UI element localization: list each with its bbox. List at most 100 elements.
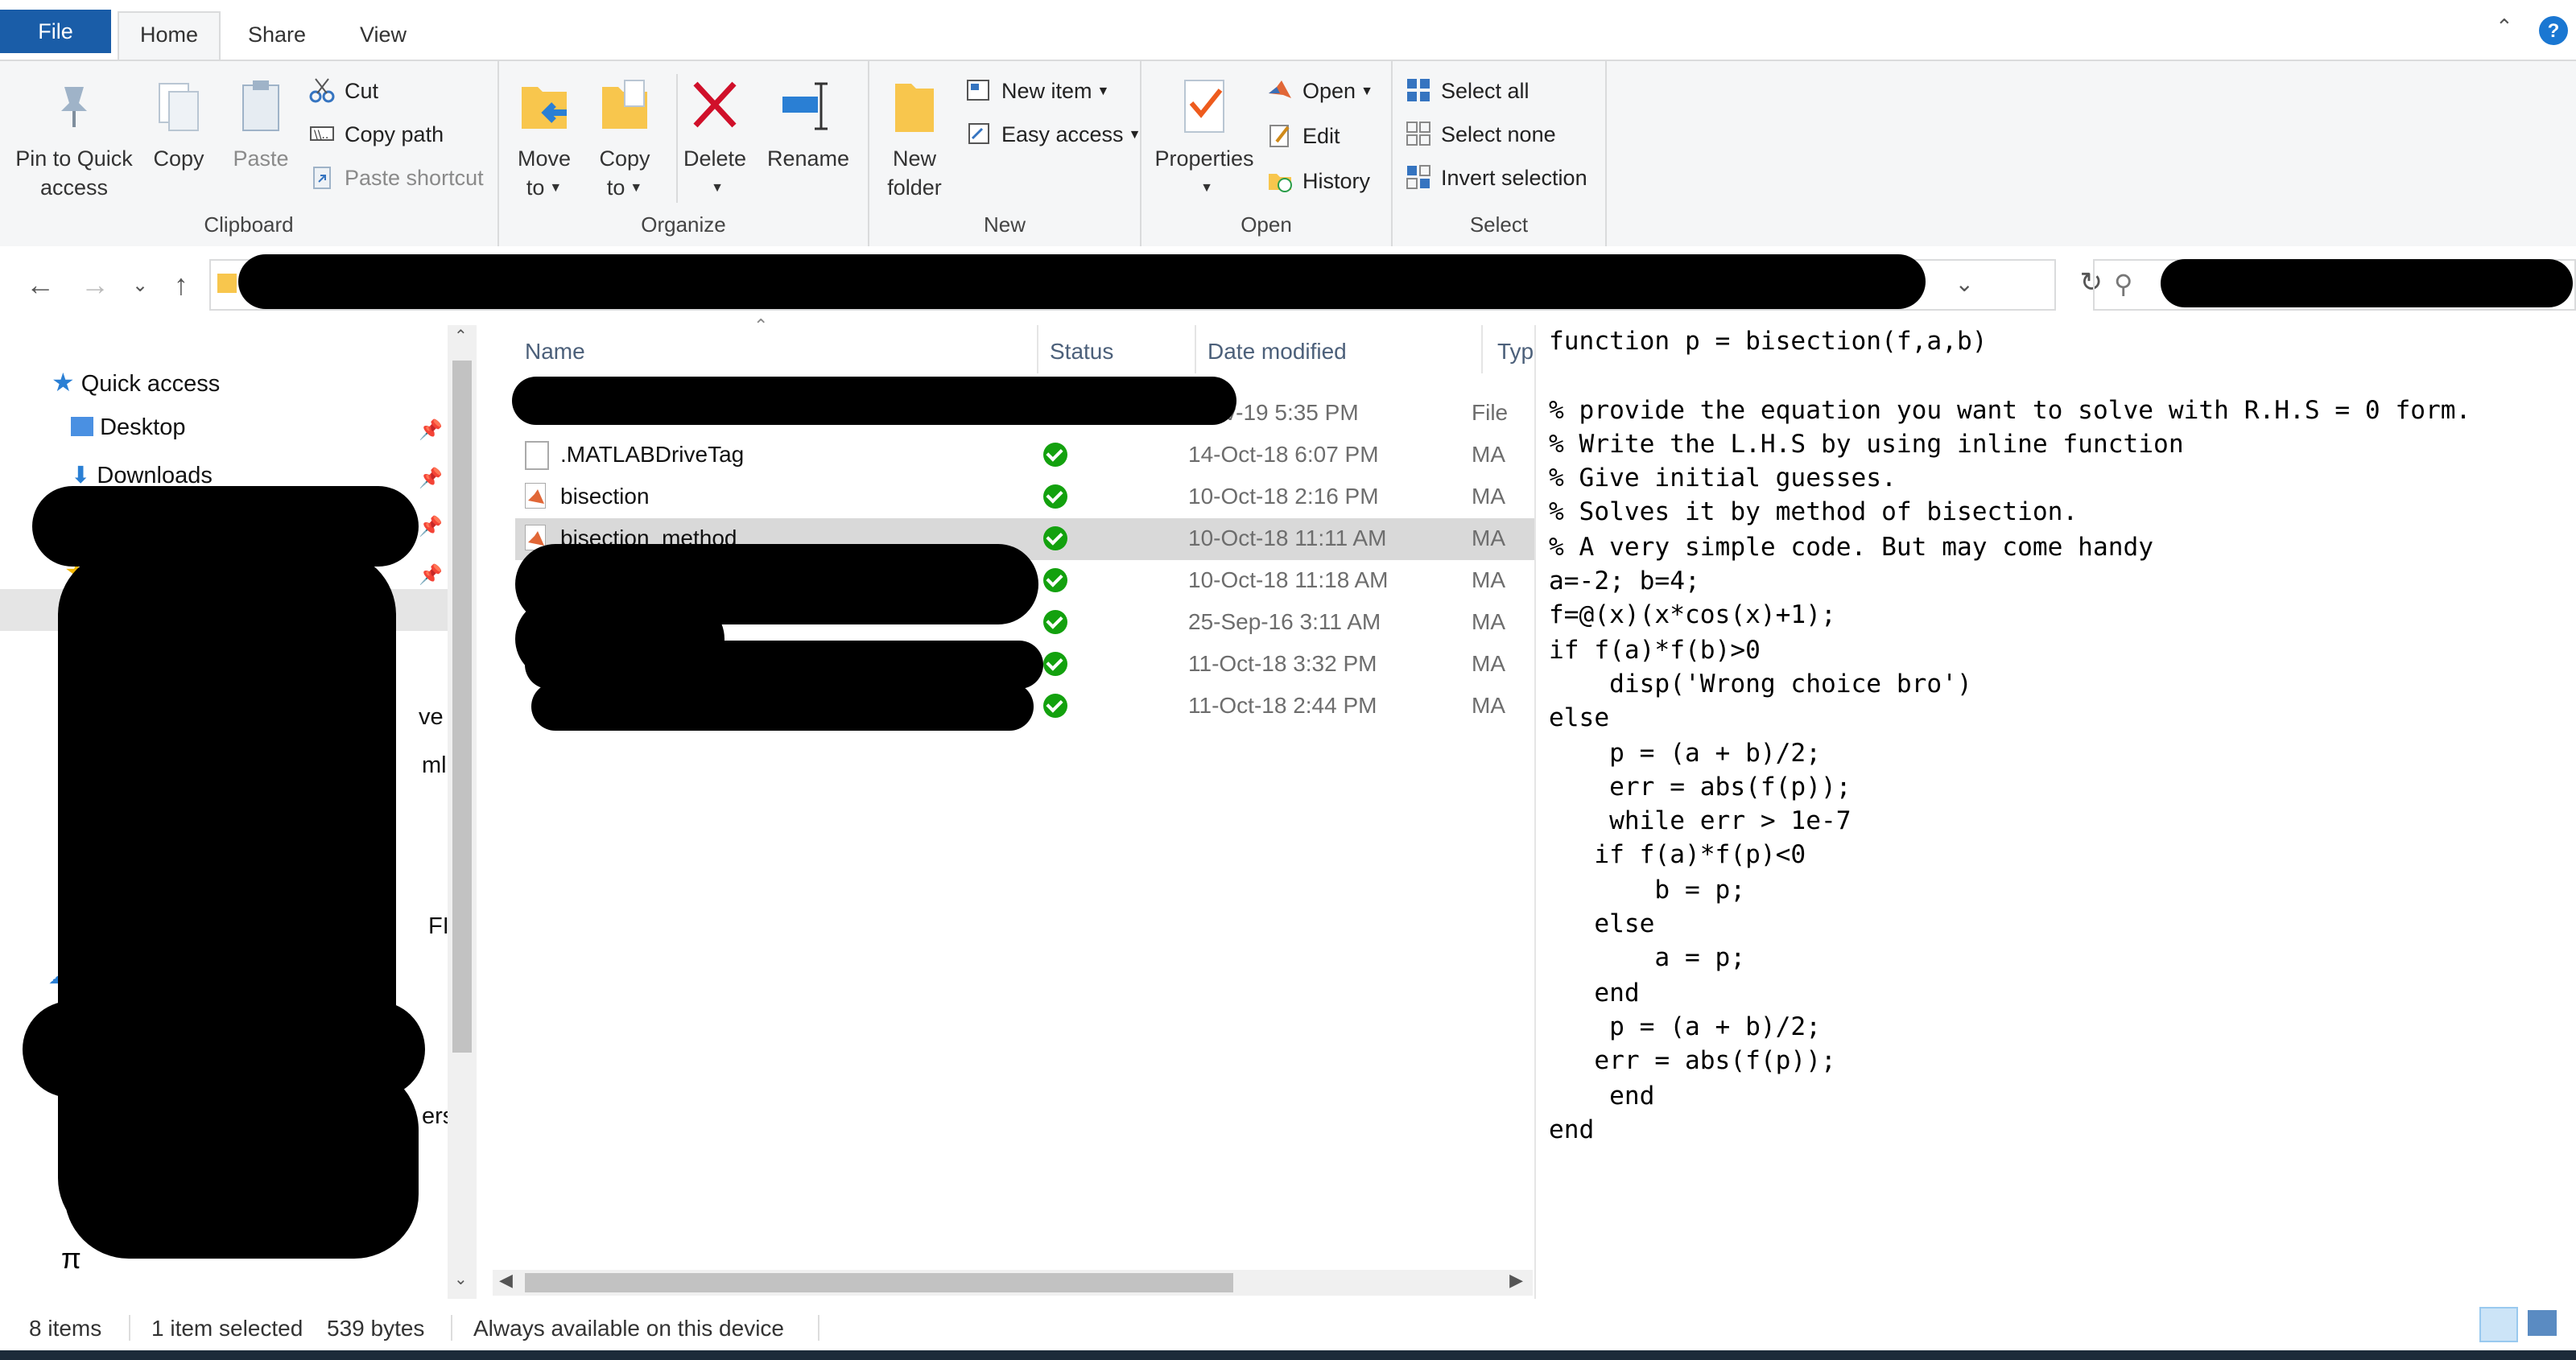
delete-button[interactable]: Delete ▼ — [676, 74, 752, 203]
tab-file[interactable]: File — [0, 10, 111, 53]
star-icon: ★ — [52, 370, 75, 398]
synced-check-icon — [1043, 484, 1067, 509]
open-group: Properties ▼ Open ▼ Edit History Open — [1141, 61, 1393, 246]
history-button[interactable]: History — [1267, 164, 1370, 200]
copy-to-label-line1: Copy — [599, 146, 650, 171]
move-to-button[interactable]: Move to ▼ — [509, 74, 580, 203]
copy-button[interactable]: Copy — [145, 74, 213, 174]
copy-path-button[interactable]: \\.. Copy path — [309, 117, 444, 153]
nav-quick-access[interactable]: ★ Quick access — [52, 367, 220, 399]
select-all-label: Select all — [1441, 79, 1530, 103]
file-name: .MATLABDriveTag — [560, 441, 745, 467]
properties-button[interactable]: Properties ▼ — [1154, 74, 1254, 203]
tab-home[interactable]: Home — [118, 11, 221, 61]
column-divider[interactable] — [1481, 325, 1483, 373]
recent-locations-chevron-icon[interactable]: ⌄ — [132, 274, 148, 296]
synced-check-icon — [1043, 694, 1067, 718]
scroll-left-icon[interactable]: ◀ — [499, 1270, 513, 1291]
file-row[interactable]: .MATLABDriveTag 14-Oct-18 6:07 PM MA — [515, 435, 1546, 476]
pin-label-line2: access — [39, 175, 109, 200]
matlab-file-icon — [524, 482, 547, 509]
sort-ascending-icon: ⌃ — [753, 317, 769, 336]
column-name[interactable]: Name — [525, 338, 585, 364]
copy-to-button[interactable]: Copy to ▼ — [589, 74, 660, 203]
select-none-icon — [1406, 121, 1431, 146]
select-all-icon — [1406, 77, 1431, 103]
open-button[interactable]: Open ▼ — [1267, 74, 1373, 109]
scroll-thumb[interactable] — [452, 361, 472, 1053]
pin-icon[interactable]: 📌 — [419, 515, 443, 538]
pin-icon[interactable]: 📌 — [419, 563, 443, 586]
folder-icon — [217, 274, 237, 293]
paste-label: Paste — [233, 146, 289, 171]
nav-desktop[interactable]: Desktop — [71, 415, 185, 441]
column-type[interactable]: Typ — [1497, 338, 1534, 364]
rename-icon — [776, 74, 840, 138]
scroll-down-icon[interactable]: ⌄ — [454, 1271, 468, 1289]
select-group: Select all Select none Invert selection … — [1393, 61, 1607, 246]
select-all-button[interactable]: Select all — [1406, 74, 1530, 109]
cut-label: Cut — [345, 79, 379, 103]
easy-access-icon — [966, 121, 992, 146]
selected-size: 539 bytes — [327, 1315, 425, 1341]
open-label: Open — [1302, 79, 1356, 103]
tab-share[interactable]: Share — [225, 13, 328, 61]
details-view-icon[interactable] — [2479, 1307, 2518, 1342]
move-to-icon — [512, 74, 576, 138]
new-item-button[interactable]: New item ▼ — [966, 74, 1109, 109]
pin-to-quick-access-button[interactable]: Pin to Quick access — [10, 74, 138, 203]
history-label: History — [1302, 169, 1371, 193]
navigation-pane-scrollbar[interactable]: ⌃ ⌄ — [448, 325, 477, 1299]
synced-check-icon — [1043, 610, 1067, 634]
file-type: MA — [1472, 567, 1505, 592]
tab-view[interactable]: View — [335, 13, 431, 61]
column-status[interactable]: Status — [1050, 338, 1113, 364]
redaction-mark — [531, 682, 1034, 731]
file-type: MA — [1472, 525, 1505, 550]
copy-path-label: Copy path — [345, 122, 444, 146]
forward-arrow-icon[interactable]: → — [80, 269, 109, 303]
pin-icon[interactable]: 📌 — [419, 418, 443, 441]
collapse-ribbon-icon[interactable]: ⌃ — [2496, 14, 2513, 40]
edit-button[interactable]: Edit — [1267, 119, 1340, 155]
up-arrow-icon[interactable]: ↑ — [174, 269, 188, 303]
paste-button[interactable]: Paste — [225, 74, 296, 174]
select-none-label: Select none — [1441, 122, 1556, 146]
large-icons-view-icon[interactable] — [2528, 1310, 2557, 1336]
file-date: 14-Oct-18 6:07 PM — [1188, 441, 1379, 467]
properties-label: Properties — [1154, 146, 1254, 171]
paste-shortcut-button[interactable]: Paste shortcut — [309, 161, 484, 196]
back-arrow-icon[interactable]: ← — [26, 269, 55, 303]
nav-desktop-label: Desktop — [100, 415, 186, 441]
file-date: 10-Oct-18 11:18 AM — [1188, 567, 1389, 592]
column-date-modified[interactable]: Date modified — [1208, 338, 1347, 364]
invert-selection-button[interactable]: Invert selection — [1406, 161, 1587, 196]
dropdown-caret-icon: ▼ — [1200, 180, 1213, 195]
help-button[interactable]: ? — [2539, 16, 2568, 45]
open-group-label: Open — [1241, 212, 1292, 237]
file-type: MA — [1472, 692, 1505, 718]
paste-icon — [229, 74, 293, 138]
new-folder-button[interactable]: New folder — [879, 74, 950, 203]
scroll-thumb[interactable] — [525, 1273, 1233, 1292]
select-group-label: Select — [1469, 212, 1529, 237]
move-label-line2: to ▼ — [509, 174, 580, 203]
synced-check-icon — [1043, 568, 1067, 592]
ribbon-tabs: File Home Share View ⌃ ? — [0, 0, 2576, 61]
file-date: 11-Oct-18 3:32 PM — [1188, 650, 1377, 676]
new-item-label: New item — [1001, 79, 1092, 103]
scroll-up-icon[interactable]: ⌃ — [454, 328, 468, 346]
rename-button[interactable]: Rename — [763, 74, 853, 174]
pin-icon[interactable]: 📌 — [419, 467, 443, 489]
file-list-horizontal-scrollbar[interactable]: ◀ ▶ — [493, 1270, 1533, 1296]
column-divider[interactable] — [1195, 325, 1196, 373]
address-dropdown-icon[interactable]: ⌄ — [1955, 270, 1974, 298]
scroll-right-icon[interactable]: ▶ — [1509, 1270, 1523, 1291]
cut-button[interactable]: Cut — [309, 74, 378, 109]
file-row[interactable]: bisection 10-Oct-18 2:16 PM MA — [515, 476, 1546, 518]
status-divider — [818, 1315, 819, 1341]
select-none-button[interactable]: Select none — [1406, 117, 1556, 153]
column-divider[interactable] — [1037, 325, 1038, 373]
desktop-folder-icon — [71, 417, 93, 436]
easy-access-button[interactable]: Easy access ▼ — [966, 117, 1141, 153]
